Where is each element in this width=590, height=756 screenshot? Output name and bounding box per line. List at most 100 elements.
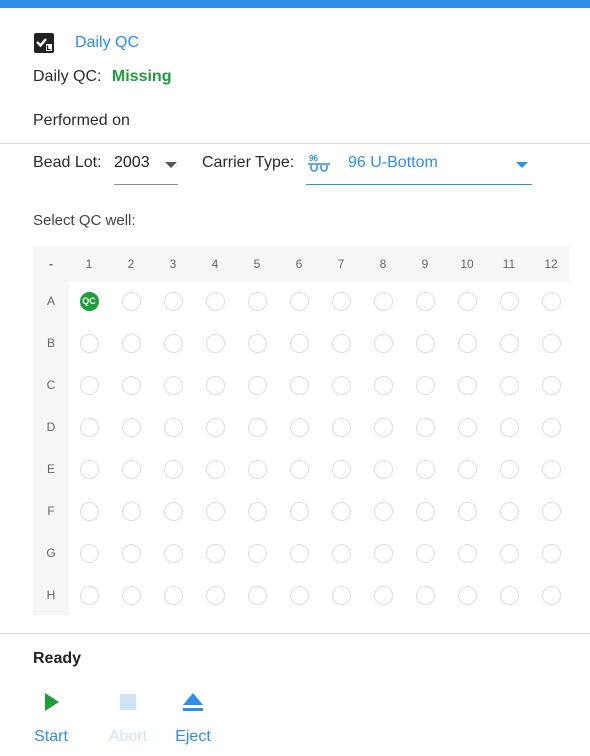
plate-well[interactable] xyxy=(499,333,519,353)
plate-well[interactable] xyxy=(121,291,141,311)
plate-well[interactable] xyxy=(457,375,477,395)
plate-well[interactable] xyxy=(205,375,225,395)
plate-well[interactable] xyxy=(499,543,519,563)
start-button[interactable]: Start xyxy=(28,690,74,750)
plate-well[interactable] xyxy=(163,585,183,605)
plate-well[interactable] xyxy=(499,459,519,479)
plate-well[interactable] xyxy=(289,585,309,605)
plate-well[interactable] xyxy=(163,417,183,437)
plate-well[interactable] xyxy=(541,417,561,437)
plate-well[interactable] xyxy=(205,543,225,563)
plate-well[interactable] xyxy=(79,417,99,437)
plate-well[interactable] xyxy=(457,543,477,563)
plate-well[interactable] xyxy=(415,501,435,521)
qc-well-selected[interactable]: QC xyxy=(79,291,99,311)
plate-well[interactable] xyxy=(373,417,393,437)
plate-well[interactable] xyxy=(541,375,561,395)
eject-button[interactable]: Eject xyxy=(170,690,216,750)
plate-well[interactable] xyxy=(289,417,309,437)
plate-well[interactable] xyxy=(541,543,561,563)
plate-well[interactable] xyxy=(163,333,183,353)
plate-well[interactable] xyxy=(373,333,393,353)
plate-well[interactable] xyxy=(331,585,351,605)
plate-well[interactable] xyxy=(373,291,393,311)
plate-well[interactable] xyxy=(289,543,309,563)
plate-well[interactable] xyxy=(415,543,435,563)
plate-well[interactable] xyxy=(331,417,351,437)
plate-well[interactable] xyxy=(247,459,267,479)
plate-well[interactable] xyxy=(541,585,561,605)
plate-well[interactable] xyxy=(163,291,183,311)
plate-well[interactable] xyxy=(79,501,99,521)
plate-well[interactable] xyxy=(205,291,225,311)
plate-well[interactable] xyxy=(79,375,99,395)
plate-well[interactable] xyxy=(289,291,309,311)
plate-well[interactable] xyxy=(121,459,141,479)
plate-well[interactable] xyxy=(457,291,477,311)
plate-well[interactable] xyxy=(373,585,393,605)
plate-well[interactable] xyxy=(247,585,267,605)
plate-well[interactable] xyxy=(415,291,435,311)
abort-button[interactable]: Abort xyxy=(102,690,154,750)
plate-well[interactable] xyxy=(121,501,141,521)
plate-well[interactable] xyxy=(373,459,393,479)
plate-well[interactable] xyxy=(457,585,477,605)
bead-lot-dropdown[interactable]: 2003 xyxy=(114,148,178,185)
plate-well[interactable] xyxy=(415,417,435,437)
plate-well[interactable] xyxy=(499,417,519,437)
plate-well[interactable] xyxy=(331,375,351,395)
plate-well[interactable] xyxy=(541,501,561,521)
plate-well[interactable] xyxy=(163,375,183,395)
plate-well[interactable] xyxy=(499,291,519,311)
plate-well[interactable] xyxy=(79,585,99,605)
plate-well[interactable] xyxy=(331,291,351,311)
plate-well[interactable] xyxy=(331,501,351,521)
plate-well[interactable] xyxy=(79,459,99,479)
plate-well[interactable] xyxy=(121,585,141,605)
plate-well[interactable] xyxy=(121,333,141,353)
plate-well[interactable] xyxy=(289,459,309,479)
plate-well[interactable] xyxy=(457,459,477,479)
plate-well[interactable] xyxy=(205,501,225,521)
plate-well[interactable] xyxy=(121,543,141,563)
plate-well[interactable] xyxy=(205,333,225,353)
plate-well[interactable] xyxy=(205,459,225,479)
plate-well[interactable] xyxy=(331,333,351,353)
plate-well[interactable] xyxy=(541,459,561,479)
plate-well[interactable] xyxy=(457,501,477,521)
plate-well[interactable] xyxy=(373,501,393,521)
plate-well[interactable] xyxy=(247,417,267,437)
plate-well[interactable] xyxy=(499,585,519,605)
plate-well[interactable] xyxy=(457,417,477,437)
plate-well[interactable] xyxy=(289,501,309,521)
plate-well[interactable] xyxy=(79,543,99,563)
plate-well[interactable] xyxy=(541,291,561,311)
plate-well[interactable] xyxy=(499,501,519,521)
plate-well[interactable] xyxy=(415,333,435,353)
carrier-type-dropdown[interactable]: 96 96 U-Bottom xyxy=(306,148,532,185)
plate-well[interactable] xyxy=(499,375,519,395)
plate-well[interactable] xyxy=(247,291,267,311)
plate-well[interactable] xyxy=(205,417,225,437)
plate-well[interactable] xyxy=(289,333,309,353)
plate-well[interactable] xyxy=(163,501,183,521)
plate-well[interactable] xyxy=(163,543,183,563)
plate-well[interactable] xyxy=(121,417,141,437)
plate-well[interactable] xyxy=(205,585,225,605)
plate-well[interactable] xyxy=(541,333,561,353)
plate-well[interactable] xyxy=(121,375,141,395)
plate-well[interactable] xyxy=(373,543,393,563)
plate-well[interactable] xyxy=(457,333,477,353)
plate-well[interactable] xyxy=(163,459,183,479)
plate-well[interactable] xyxy=(289,375,309,395)
plate-well[interactable] xyxy=(331,543,351,563)
page-title[interactable]: Daily QC xyxy=(75,34,139,52)
plate-well[interactable] xyxy=(373,375,393,395)
plate-well[interactable] xyxy=(79,333,99,353)
plate-well[interactable] xyxy=(247,333,267,353)
plate-well[interactable] xyxy=(415,459,435,479)
plate-well[interactable] xyxy=(247,375,267,395)
plate-well[interactable] xyxy=(415,585,435,605)
plate-well[interactable] xyxy=(247,501,267,521)
plate-well[interactable] xyxy=(331,459,351,479)
